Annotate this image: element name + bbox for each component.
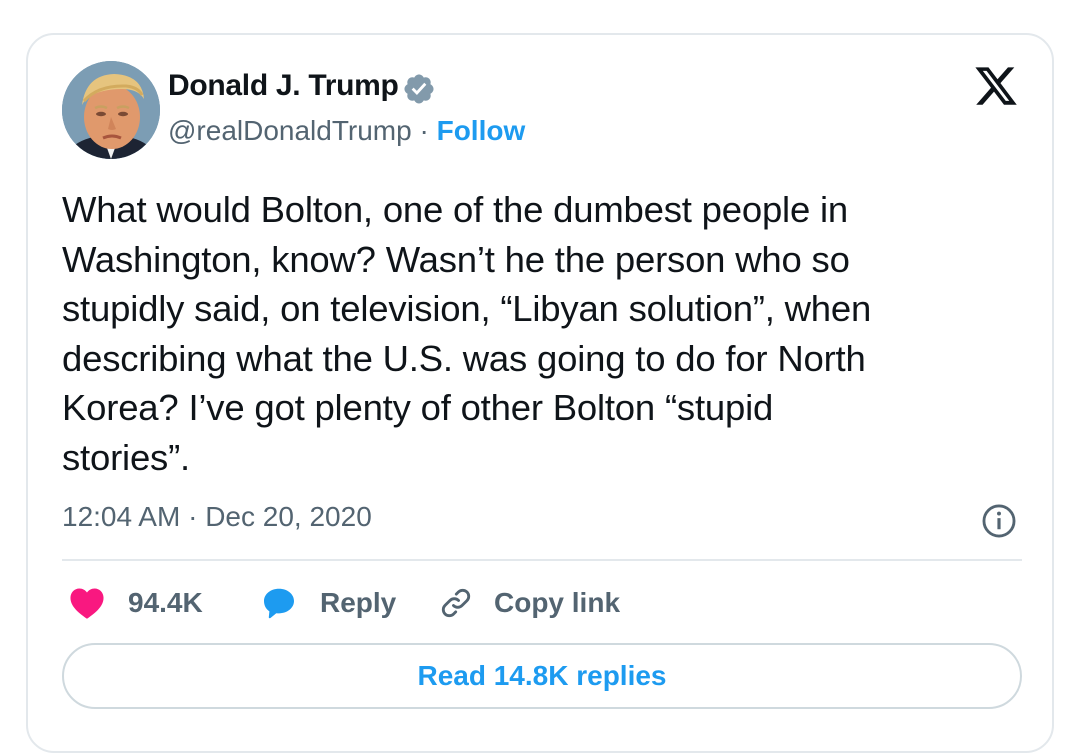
copy-link-button[interactable]: Copy link — [438, 583, 620, 623]
author-avatar[interactable] — [62, 61, 160, 159]
divider — [62, 559, 1022, 561]
tweet-text: What would Bolton, one of the dumbest pe… — [62, 189, 872, 478]
read-replies-label: Read 14.8K replies — [417, 660, 667, 691]
speech-bubble-icon — [264, 588, 294, 619]
reply-label: Reply — [320, 587, 397, 618]
avatar-portrait — [62, 61, 160, 159]
tweet-date: Dec 20, 2020 — [205, 501, 372, 532]
like-count: 94.4K — [128, 587, 203, 618]
handle-separator: · — [411, 115, 437, 146]
author-handle-line: @realDonaldTrump · Follow — [168, 115, 525, 147]
copy-link-label: Copy link — [494, 587, 621, 618]
tweet-time: 12:04 AM — [62, 501, 181, 532]
heart-icon — [70, 588, 104, 619]
follow-button[interactable]: Follow — [437, 115, 526, 146]
verified-badge-icon — [404, 74, 434, 104]
x-logo-icon[interactable] — [972, 63, 1020, 109]
tweet-timestamp[interactable]: 12:04 AM · Dec 20, 2020 — [62, 501, 372, 533]
author-handle[interactable]: @realDonaldTrump — [168, 115, 412, 146]
read-replies-button[interactable]: Read 14.8K replies — [62, 643, 1022, 709]
like-button[interactable]: 94.4K — [68, 583, 203, 623]
author-name[interactable]: Donald J. Trump — [168, 69, 399, 103]
timestamp-separator: · — [180, 501, 206, 532]
link-icon — [441, 588, 471, 618]
reply-button[interactable]: Reply — [260, 583, 396, 623]
info-icon[interactable] — [980, 502, 1018, 540]
tweet-card: Donald J. Trump @realDonaldTrump · Follo… — [26, 33, 1054, 753]
